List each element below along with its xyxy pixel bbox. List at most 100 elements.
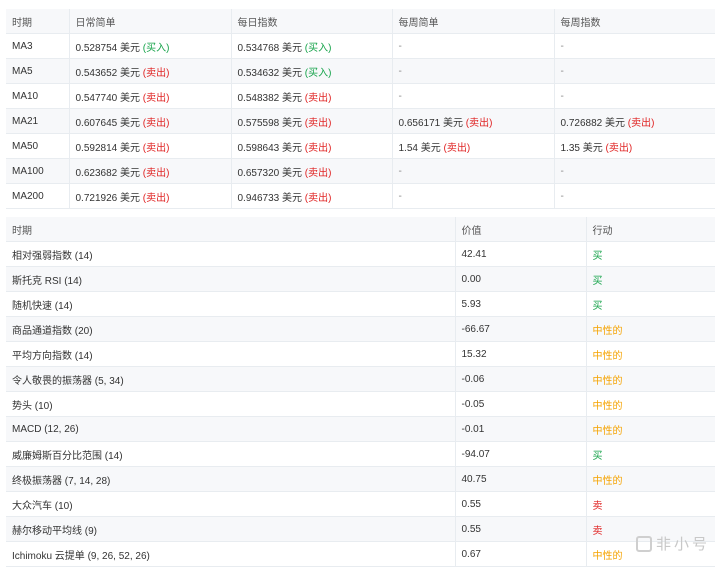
ma-value: 0.528754 美元 [75,42,141,54]
table-row: 赫尔移动平均线 (9) 0.55 卖 [6,516,715,542]
ma-value: 1.35 美元 [560,142,603,154]
moving-average-table: 时期 日常简单 每日指数 每周简单 每周指数 MA3 0.528754 美元 (买… [6,9,715,209]
table-row: MACD (12, 26) -0.01 中性的 [6,416,715,442]
ma-signal: (卖出) [304,192,332,204]
ma-value: - [398,65,402,77]
table-row: 平均方向指数 (14) 15.32 中性的 [6,341,715,367]
indicator-value: 40.75 [454,466,586,492]
ma-value: 0.575598 美元 [237,117,303,129]
ma-value: 0.946733 美元 [237,192,303,204]
ma-cell-weekly-simple: - [391,33,554,59]
ma-period: MA21 [6,108,69,134]
ma-cell-weekly-exponential: - [553,33,715,59]
ma-cell-daily-exponential: 0.534632 美元 (买入) [230,58,392,84]
indicator-action: 中性的 [585,416,715,442]
ma-value: 0.598643 美元 [237,142,303,154]
ma-signal: (卖出) [142,67,170,79]
table-row: 商品通道指数 (20) -66.67 中性的 [6,316,715,342]
table-row: 威廉姆斯百分比范围 (14) -94.07 买 [6,441,715,467]
ma-value: - [560,190,564,202]
indicator-value: 5.93 [454,291,586,317]
indicator-value: -0.01 [454,416,586,442]
ma-period: MA5 [6,58,69,84]
table-row: 斯托克 RSI (14) 0.00 买 [6,266,715,292]
ma-value: 0.592814 美元 [75,142,141,154]
ma-cell-weekly-simple: - [391,58,554,84]
table-row: 大众汽车 (10) 0.55 卖 [6,491,715,517]
table-row: Ichimoku 云提单 (9, 26, 52, 26) 0.67 中性的 [6,541,715,567]
indicator-action: 买 [585,441,715,467]
header-weekly-exponential: 每周指数 [553,9,715,34]
indicator-name: 势头 (10) [6,391,455,417]
indicator-action: 中性的 [585,341,715,367]
indicator-value: 42.41 [454,241,586,267]
indicator-name: 令人敬畏的振荡器 (5, 34) [6,366,455,392]
ma-cell-weekly-simple: - [391,83,554,109]
ma-signal: (买入) [304,67,332,79]
indicator-value: 0.55 [454,491,586,517]
ma-period: MA50 [6,133,69,159]
ma-signal: (卖出) [304,92,332,104]
header-weekly-simple: 每周简单 [391,9,554,34]
ma-value: 0.721926 美元 [75,192,141,204]
table-row: MA10 0.547740 美元 (卖出) 0.548382 美元 (卖出) - - [6,83,715,109]
ma-cell-weekly-exponential: - [553,58,715,84]
indicator-name: 随机快速 (14) [6,291,455,317]
ma-signal: (卖出) [304,117,332,129]
ma-cell-weekly-exponential: - [553,158,715,184]
ma-value: - [560,90,564,102]
ma-signal: (卖出) [465,117,493,129]
indicator-name: 大众汽车 (10) [6,491,455,517]
ma-signal: (卖出) [142,192,170,204]
ma-value: - [398,90,402,102]
header-action: 行动 [585,217,715,242]
indicator-header-row: 时期 价值 行动 [6,217,715,242]
ma-value: - [398,40,402,52]
indicator-action: 中性的 [585,466,715,492]
ma-cell-daily-exponential: 0.534768 美元 (买入) [230,33,392,59]
ma-value: - [560,40,564,52]
indicator-action: 中性的 [585,391,715,417]
indicator-value: -0.05 [454,391,586,417]
ma-cell-daily-simple: 0.607645 美元 (卖出) [68,108,231,134]
indicator-name: 赫尔移动平均线 (9) [6,516,455,542]
ma-header-row: 时期 日常简单 每日指数 每周简单 每周指数 [6,9,715,34]
indicator-name: 相对强弱指数 (14) [6,241,455,267]
ma-value: - [398,165,402,177]
ma-signal: (买入) [142,42,170,54]
ma-cell-daily-simple: 0.721926 美元 (卖出) [68,183,231,209]
ma-cell-daily-exponential: 0.946733 美元 (卖出) [230,183,392,209]
ma-value: 0.547740 美元 [75,92,141,104]
ma-period: MA3 [6,33,69,59]
ma-cell-daily-simple: 0.592814 美元 (卖出) [68,133,231,159]
table-row: MA200 0.721926 美元 (卖出) 0.946733 美元 (卖出) - - [6,183,715,209]
watermark-text: 非小号 [655,536,710,553]
ma-value: 0.656171 美元 [398,117,464,129]
ma-value: - [398,190,402,202]
indicator-name: 平均方向指数 (14) [6,341,455,367]
ma-value: - [560,65,564,77]
indicator-action: 买 [585,266,715,292]
ma-cell-daily-exponential: 0.548382 美元 (卖出) [230,83,392,109]
watermark: 非小号 [635,533,710,554]
ma-signal: (卖出) [142,117,170,129]
header-period: 时期 [6,9,69,34]
ma-value: 0.543652 美元 [75,67,141,79]
ma-cell-daily-exponential: 0.657320 美元 (卖出) [230,158,392,184]
indicator-name: 商品通道指数 (20) [6,316,455,342]
ma-value: 1.54 美元 [398,142,441,154]
indicator-value: 0.67 [454,541,586,567]
ma-cell-daily-simple: 0.547740 美元 (卖出) [68,83,231,109]
ma-signal: (卖出) [142,167,170,179]
table-row: MA21 0.607645 美元 (卖出) 0.575598 美元 (卖出) 0.65… [6,108,715,134]
indicator-name: 终极振荡器 (7, 14, 28) [6,466,455,492]
ma-signal: (卖出) [605,142,633,154]
ma-cell-daily-simple: 0.528754 美元 (买入) [68,33,231,59]
ma-cell-daily-simple: 0.543652 美元 (卖出) [68,58,231,84]
ma-signal: (卖出) [304,167,332,179]
ma-signal: (卖出) [142,142,170,154]
indicator-value: -66.67 [454,316,586,342]
ma-cell-weekly-simple: 0.656171 美元 (卖出) [391,108,554,134]
indicator-action: 卖 [585,491,715,517]
indicator-name: MACD (12, 26) [6,416,455,442]
